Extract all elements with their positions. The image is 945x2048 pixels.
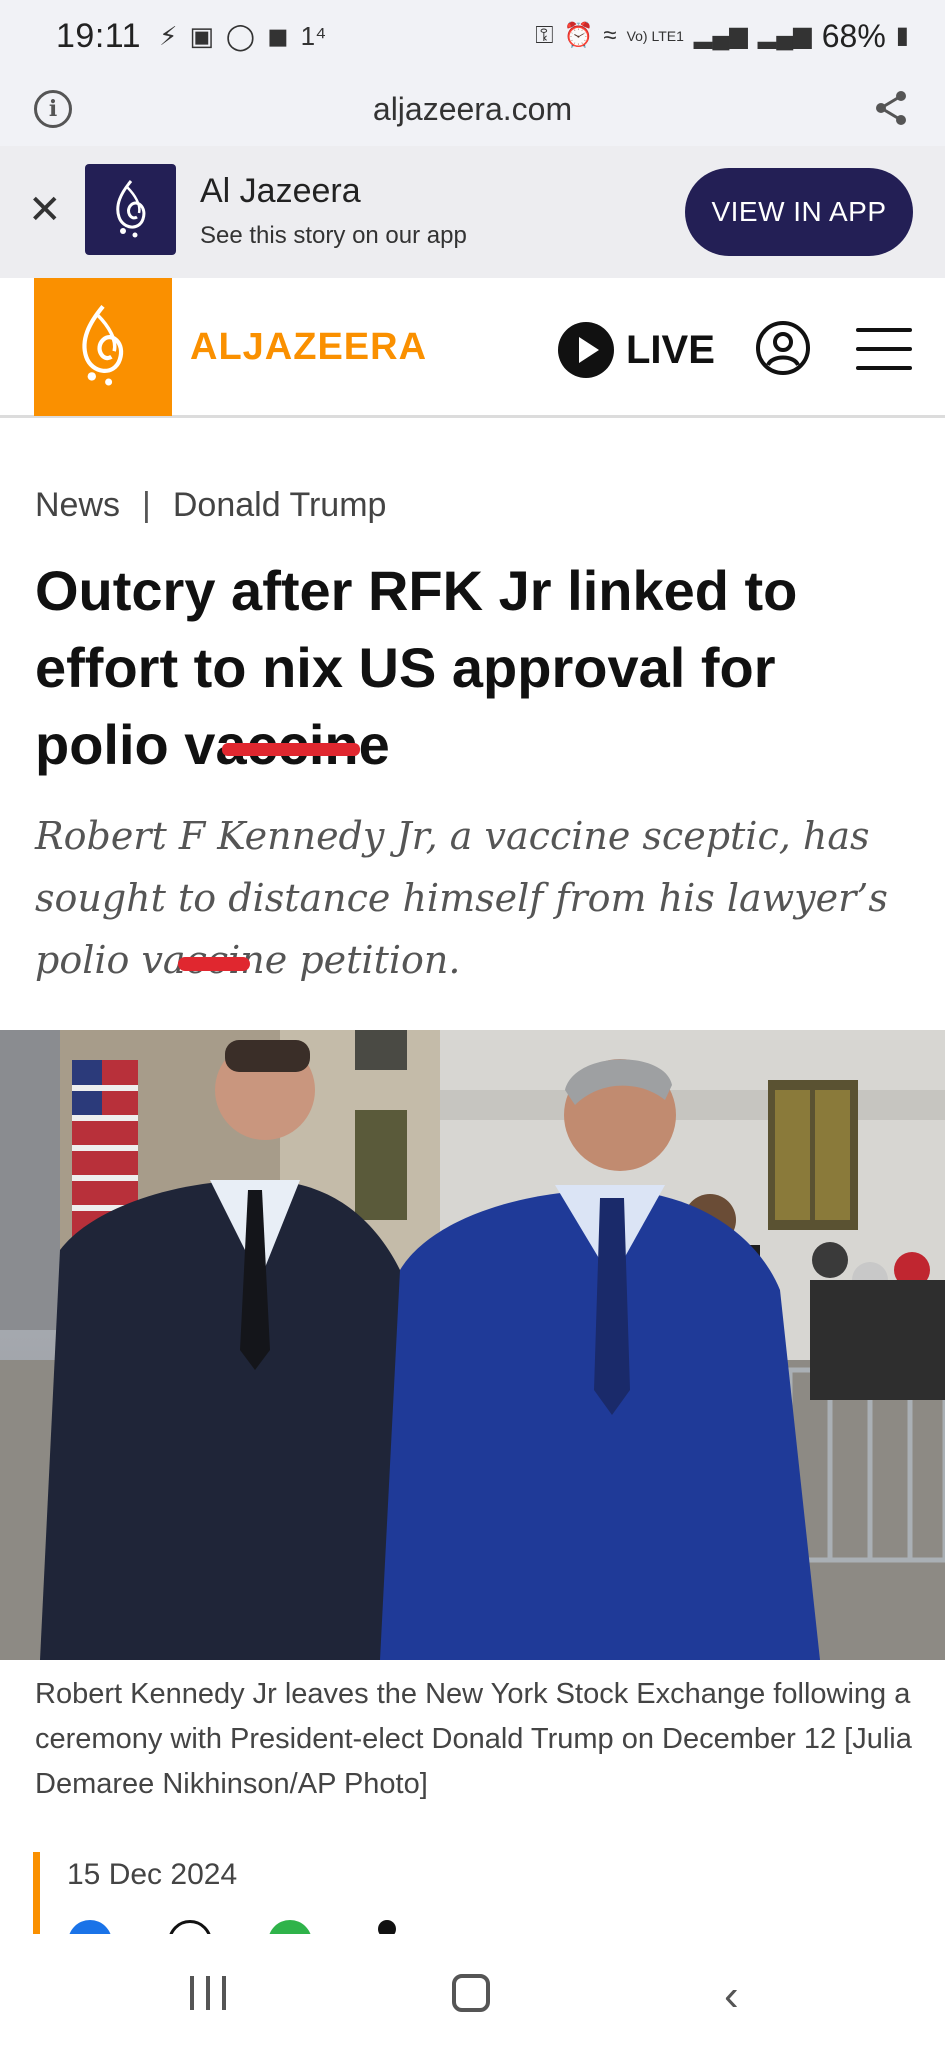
- notification-icons: ⚡ ▣ ◯ ◼ 1⁴: [159, 23, 326, 49]
- key-icon: ⚿: [535, 22, 554, 49]
- breadcrumb-topic-link[interactable]: Donald Trump: [173, 486, 387, 525]
- red-strikethrough-mark: [222, 743, 360, 756]
- system-navigation-bar: ‹: [0, 1934, 945, 2048]
- breadcrumb-separator: |: [142, 486, 151, 524]
- al-jazeera-app-logo: [85, 164, 176, 255]
- site-header: ALJAZEERA LIVE: [0, 278, 945, 418]
- notification-count: 1⁴: [300, 21, 327, 51]
- whatsapp-share-icon[interactable]: [268, 1920, 312, 1934]
- status-time: 19:11: [56, 16, 142, 55]
- live-label: LIVE: [626, 327, 715, 372]
- url-text[interactable]: aljazeera.com: [0, 91, 945, 128]
- share-icon[interactable]: [871, 88, 911, 128]
- messenger-icon: ⚡: [159, 21, 178, 51]
- back-button[interactable]: ‹: [724, 1974, 739, 2018]
- home-button[interactable]: [452, 1974, 490, 2012]
- live-button[interactable]: LIVE: [558, 322, 715, 378]
- aljazeera-wordmark[interactable]: ALJAZEERA: [190, 326, 427, 369]
- share-buttons-row: [60, 1920, 460, 1934]
- square-app-icon: ▣: [189, 21, 214, 51]
- facebook-icon: ◯: [225, 21, 256, 51]
- article-photo[interactable]: [0, 1030, 945, 1660]
- view-in-app-button[interactable]: VIEW IN APP: [685, 168, 913, 256]
- facebook-share-icon[interactable]: [68, 1920, 112, 1934]
- red-strikethrough-mark: [178, 957, 250, 971]
- date-accent-bar: [33, 1852, 40, 1934]
- hamburger-menu-icon[interactable]: [856, 328, 912, 370]
- system-icons: ⚿ ⏰ ≈ Vo) LTE1 ▂▄▆ ▂▄▆ 68% ▮: [535, 20, 909, 52]
- article-headline: Outcry after RFK Jr linked to effort to …: [35, 559, 798, 776]
- more-share-icon[interactable]: [378, 1920, 396, 1934]
- signal-icon: ▂▄▆: [693, 22, 748, 49]
- breadcrumb-news-link[interactable]: News: [35, 486, 120, 525]
- battery-icon: ▮: [895, 22, 909, 49]
- aljazeera-calligraphy-icon: [82, 305, 124, 386]
- battery-level: 68%: [821, 18, 886, 54]
- account-icon[interactable]: [755, 320, 811, 376]
- photo-illustration: [0, 1030, 945, 1660]
- x-share-icon[interactable]: [168, 1920, 212, 1934]
- aljazeera-calligraphy-icon: [115, 179, 145, 237]
- alarm-icon: ⏰: [563, 22, 594, 49]
- publish-date: 15 Dec 2024: [67, 1858, 238, 1891]
- photo-caption: Robert Kennedy Jr leaves the New York St…: [35, 1678, 912, 1800]
- article-standfirst: Robert F Kennedy Jr, a vaccine sceptic, …: [35, 814, 888, 982]
- signal-icon: ▂▄▆: [757, 22, 812, 49]
- volte-icon: Vo) LTE1: [626, 28, 684, 44]
- app-install-banner: ✕ Al Jazeera See this story on our app V…: [0, 146, 945, 278]
- status-bar: 19:11 ⚡ ▣ ◯ ◼ 1⁴ ⚿ ⏰ ≈ Vo) LTE1 ▂▄▆ ▂▄▆ …: [0, 0, 945, 72]
- video-icon: ◼: [267, 21, 289, 51]
- close-icon[interactable]: ✕: [28, 190, 62, 230]
- play-icon: [558, 322, 614, 378]
- breadcrumb: News | Donald Trump: [35, 486, 386, 525]
- aljazeera-logo[interactable]: [34, 278, 172, 416]
- wifi-icon: ≈: [603, 22, 617, 49]
- banner-title: Al Jazeera: [200, 172, 361, 210]
- recent-apps-button[interactable]: [190, 1976, 226, 2010]
- browser-url-bar: i aljazeera.com: [0, 72, 945, 146]
- banner-subtitle: See this story on our app: [200, 222, 467, 249]
